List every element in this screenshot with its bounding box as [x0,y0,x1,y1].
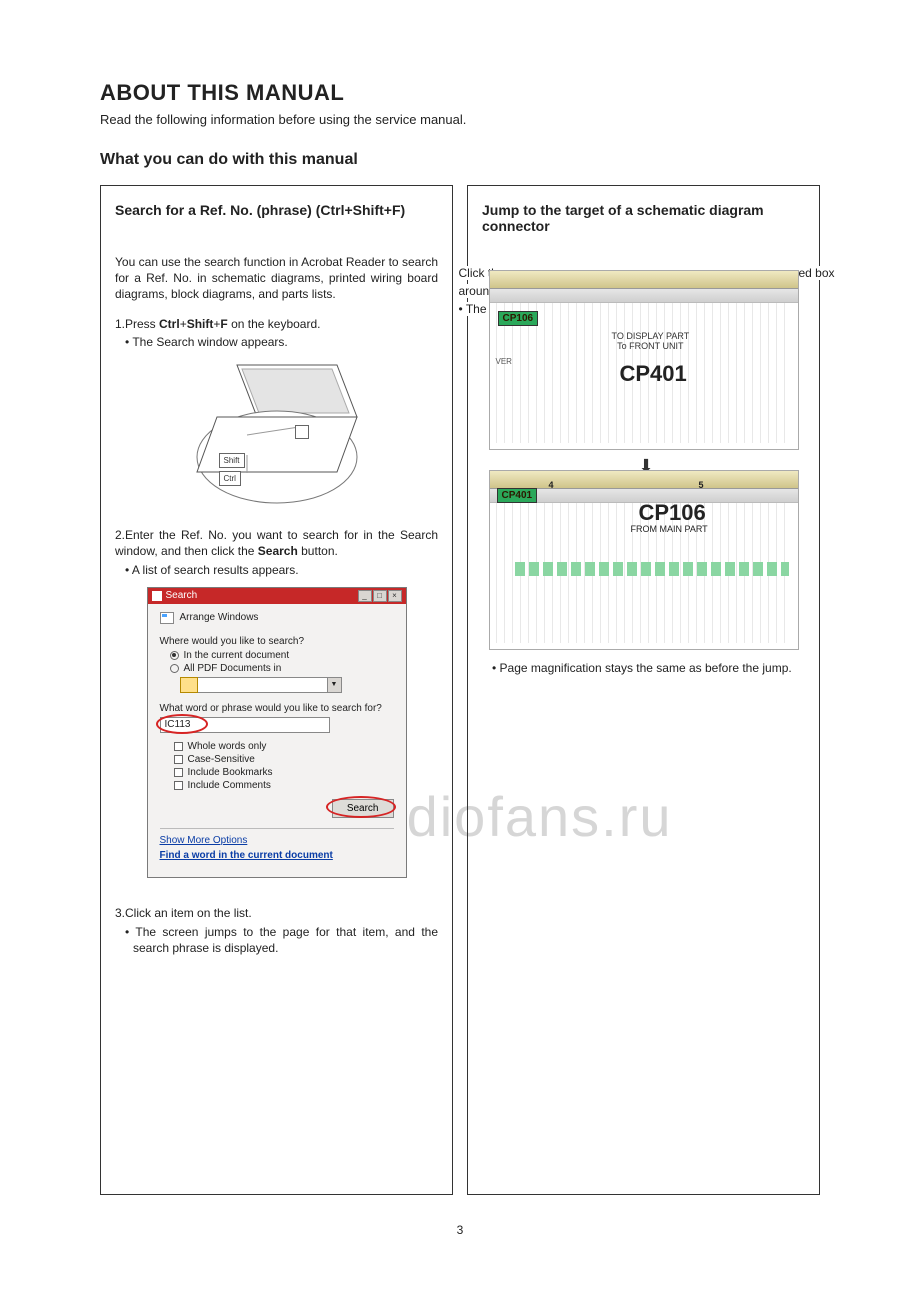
arrange-windows-label: Arrange Windows [180,612,259,623]
laptop-icon [187,357,367,507]
laptop-illustration: Shift Ctrl [115,357,438,507]
radio-current-doc[interactable]: In the current document [170,650,394,661]
cp401-label-top: CP401 [620,361,687,387]
schem-caption-1b: ed box [798,266,834,280]
checkbox-include-comments[interactable]: Include Comments [174,780,394,791]
keycap-ctrl: Ctrl [219,471,241,486]
radio-all-pdf-label: All PDF Documents in [184,663,282,674]
maximize-icon[interactable]: □ [373,590,387,602]
chk3-label: Include Bookmarks [188,767,273,778]
folder-icon [180,677,198,693]
search-dialog-figure: Search _ □ × Arrange Windows Where would… [115,587,438,878]
step2-search-bold: Search [258,544,298,558]
minimize-icon[interactable]: _ [358,590,372,602]
chk4-label: Include Comments [188,780,271,791]
ruler-4: 4 [549,480,554,490]
step1-pre: 1.Press [115,317,159,331]
schematic-pane-top: CP106 VER TO DISPLAY PART To FRONT UNIT … [489,270,799,450]
step1-post: on the keyboard. [228,317,321,331]
to-display-label: TO DISPLAY PART To FRONT UNIT [612,331,690,351]
section-heading: What you can do with this manual [100,151,820,169]
link-find-word[interactable]: Find a word in the current document [160,850,394,861]
card-title-right: Jump to the target of a schematic diagra… [482,202,805,234]
checkbox-icon [174,781,183,790]
card-jump-connector: Jump to the target of a schematic diagra… [467,185,820,1195]
card-title-left: Search for a Ref. No. (phrase) (Ctrl+Shi… [115,202,438,218]
keycap-shift: Shift [219,453,245,468]
chk2-label: Case-Sensitive [188,754,255,765]
columns: Search for a Ref. No. (phrase) (Ctrl+Shi… [100,185,820,1195]
connector-cp106-top[interactable]: CP106 [498,311,539,326]
left-para1: You can use the search function in Acrob… [115,254,438,303]
right-bullet: Page magnification stays the same as bef… [500,660,805,676]
close-icon[interactable]: × [388,590,402,602]
checkbox-icon [174,755,183,764]
dialog-title-icon [152,591,162,601]
page-intro: Read the following information before us… [100,112,820,127]
dropdown-field [198,677,328,693]
radio-current-doc-label: In the current document [184,650,290,661]
step3-bullet: The screen jumps to the page for that it… [133,924,438,956]
ruler-5: 5 [699,480,704,490]
location-dropdown[interactable]: ▼ [180,677,394,693]
connector-cp401-bottom[interactable]: CP401 [497,488,538,503]
key-shift: Shift [187,317,214,331]
checkbox-include-bookmarks[interactable]: Include Bookmarks [174,767,394,778]
from-main-label: FROM MAIN PART [631,524,708,534]
checkbox-icon [174,768,183,777]
ver-label: VER [496,357,512,366]
plus1: + [180,317,187,331]
step2-bullet: A list of search results appears. [133,563,438,577]
step-2: 2.Enter the Ref. No. you want to search … [115,527,438,559]
search-dialog: Search _ □ × Arrange Windows Where would… [147,587,407,878]
checkbox-whole-words[interactable]: Whole words only [174,741,394,752]
step-1: 1.Press Ctrl+Shift+F on the keyboard. [115,317,438,331]
dialog-titlebar: Search _ □ × [148,588,406,604]
highlight-circle-icon [156,714,208,734]
keycap-f [295,425,309,439]
highlight-circle-icon [326,796,396,818]
radio-icon [170,651,179,660]
arrange-windows-icon [160,612,174,624]
link-show-more-options[interactable]: Show More Options [160,835,394,846]
radio-all-pdf[interactable]: All PDF Documents in [170,663,394,674]
step2-end: button. [298,544,338,558]
connector-pins-icon [515,562,789,576]
page-title: ABOUT THIS MANUAL [100,80,820,106]
chevron-down-icon: ▼ [328,677,342,693]
key-ctrl: Ctrl [159,317,180,331]
radio-icon [170,664,179,673]
step1-bullet: The Search window appears. [133,335,438,349]
page-number: 3 [100,1223,820,1237]
key-f: F [220,317,227,331]
dialog-title: Search [166,590,198,601]
chk1-label: Whole words only [188,741,267,752]
card-search-refno: Search for a Ref. No. (phrase) (Ctrl+Shi… [100,185,453,1195]
question-where: Where would you like to search? [160,636,394,647]
schematic-figure: Click th ed box around • The s CP106 VER… [482,270,805,650]
checkbox-icon [174,742,183,751]
step-3: 3.Click an item on the list. [115,906,438,920]
question-phrase: What word or phrase would you like to se… [160,703,394,714]
cp106-label-bottom: CP106 [639,500,706,526]
checkbox-case-sensitive[interactable]: Case-Sensitive [174,754,394,765]
arrange-windows[interactable]: Arrange Windows [160,612,394,624]
